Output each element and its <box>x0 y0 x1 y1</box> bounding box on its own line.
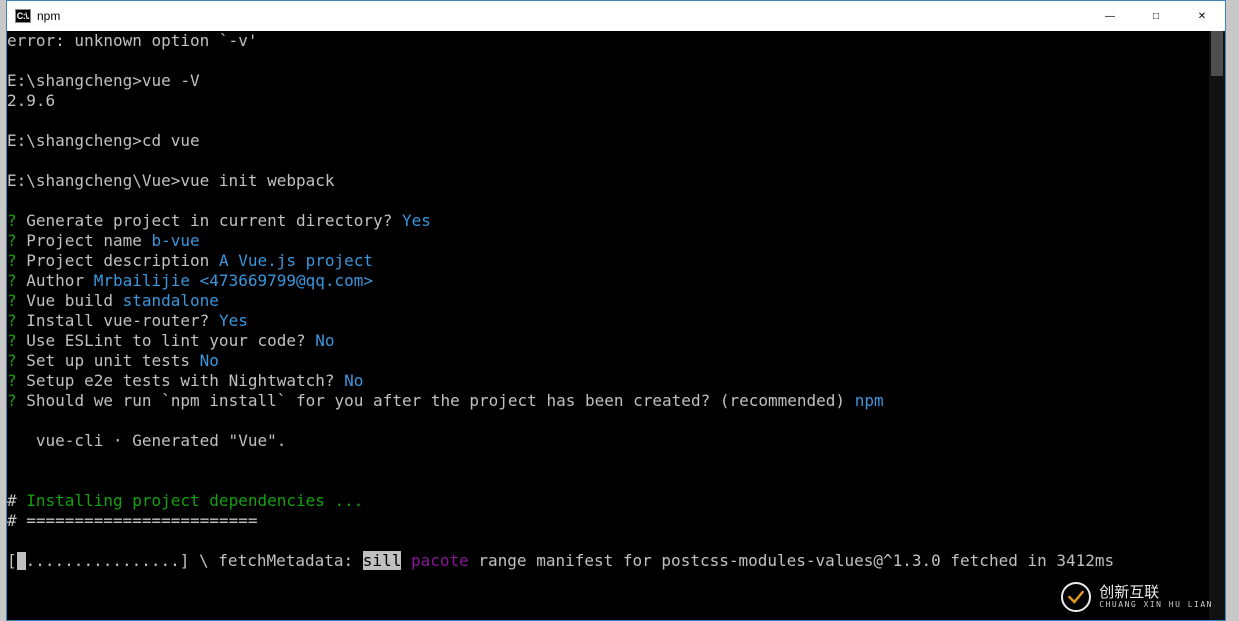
prompt-text: Setup e2e tests with Nightwatch? <box>17 371 345 390</box>
window-title: npm <box>37 9 60 23</box>
fetch-tail: range manifest for postcss-modules-value… <box>469 551 1114 570</box>
answer: No <box>200 351 219 370</box>
terminal[interactable]: error: unknown option `-v' E:\shangcheng… <box>7 31 1209 620</box>
minimize-button[interactable]: — <box>1087 1 1133 31</box>
fetch-dots: ................] \ fetchMetadata: <box>26 551 363 570</box>
answer: b-vue <box>152 231 200 250</box>
scrollbar-thumb[interactable] <box>1211 31 1223 76</box>
separator-line: ======================== <box>17 511 258 530</box>
prompt-text: Generate project in current directory? <box>17 211 402 230</box>
prompt-text: Project description <box>17 251 219 270</box>
answer: npm <box>855 391 884 410</box>
cmd: vue init webpack <box>180 171 334 190</box>
generated-line: vue-cli · Generated "Vue". <box>7 431 286 450</box>
question-mark: ? <box>7 211 17 230</box>
answer: Mrbailijie <473669799@qq.com> <box>94 271 373 290</box>
question-mark: ? <box>7 231 17 250</box>
titlebar[interactable]: C:\. npm — □ ✕ <box>7 1 1225 31</box>
line-version: 2.9.6 <box>7 91 55 110</box>
question-mark: ? <box>7 291 17 310</box>
scrollbar[interactable] <box>1209 31 1225 620</box>
question-mark: ? <box>7 391 17 410</box>
question-mark: ? <box>7 371 17 390</box>
cursor <box>17 552 26 570</box>
terminal-area: error: unknown option `-v' E:\shangcheng… <box>7 31 1225 620</box>
question-mark: ? <box>7 331 17 350</box>
prompt-text: Project name <box>17 231 152 250</box>
cmd: cd vue <box>142 131 200 150</box>
maximize-button[interactable]: □ <box>1133 1 1179 31</box>
prompt: E:\shangcheng> <box>7 131 142 150</box>
prompt: E:\shangcheng\Vue> <box>7 171 180 190</box>
pacote-label: pacote <box>411 551 469 570</box>
sp <box>401 551 411 570</box>
close-button[interactable]: ✕ <box>1179 1 1225 31</box>
prompt-text: Vue build <box>17 291 123 310</box>
answer: No <box>344 371 363 390</box>
hash: # <box>7 491 17 510</box>
line-error: error: unknown option `-v' <box>7 31 257 50</box>
installing-line: Installing project dependencies ... <box>17 491 364 510</box>
cmd-window: C:\. npm — □ ✕ error: unknown option `-v… <box>6 0 1226 621</box>
answer: Yes <box>219 311 248 330</box>
question-mark: ? <box>7 311 17 330</box>
hash: # <box>7 511 17 530</box>
answer: A Vue.js project <box>219 251 373 270</box>
prompt-text: Set up unit tests <box>17 351 200 370</box>
answer: No <box>315 331 334 350</box>
answer: standalone <box>123 291 219 310</box>
prompt-text: Should we run `npm install` for you afte… <box>17 391 855 410</box>
prompt-text: Install vue-router? <box>17 311 219 330</box>
app-icon: C:\. <box>15 9 31 23</box>
question-mark: ? <box>7 351 17 370</box>
window-controls: — □ ✕ <box>1087 1 1225 31</box>
prompt-text: Use ESLint to lint your code? <box>17 331 316 350</box>
question-mark: ? <box>7 271 17 290</box>
prompt-text: Author <box>17 271 94 290</box>
log-level-sill: sill <box>363 551 402 570</box>
answer: Yes <box>402 211 431 230</box>
fetch-line: [ <box>7 551 17 570</box>
question-mark: ? <box>7 251 17 270</box>
prompt: E:\shangcheng> <box>7 71 142 90</box>
cmd: vue -V <box>142 71 200 90</box>
